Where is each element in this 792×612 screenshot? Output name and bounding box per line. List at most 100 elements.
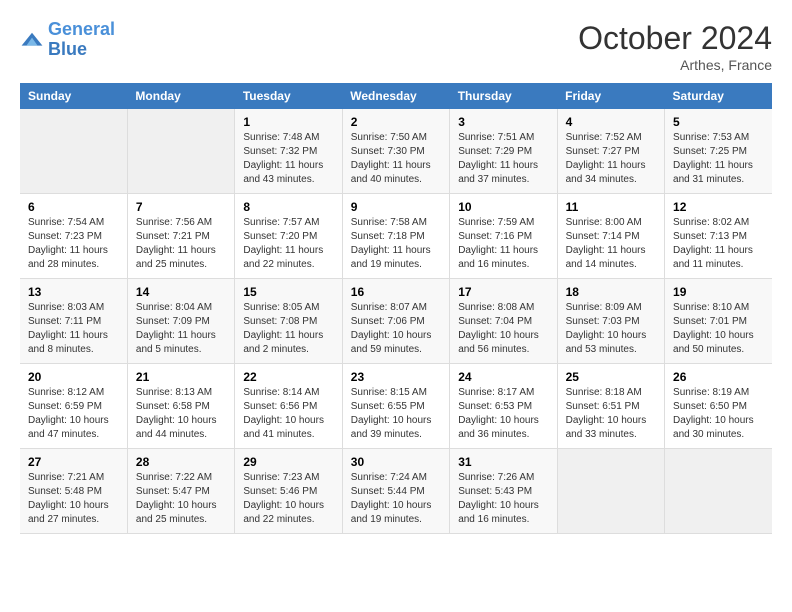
cell-w2-d6: 11 Sunrise: 8:00 AMSunset: 7:14 PMDayligh…: [557, 194, 664, 279]
cell-w1-d1: [20, 109, 127, 194]
location: Arthes, France: [578, 57, 772, 73]
daylight-text: Daylight: 11 hours and 5 minutes.: [136, 329, 226, 357]
header-wednesday: Wednesday: [342, 83, 449, 109]
month-title: October 2024: [578, 20, 772, 57]
day-info: Sunrise: 7:54 AMSunset: 7:23 PMDaylight:…: [28, 216, 119, 272]
sunset-text: Sunset: 5:43 PM: [458, 485, 548, 499]
sunset-text: Sunset: 7:04 PM: [458, 315, 548, 329]
day-info: Sunrise: 8:15 AMSunset: 6:55 PMDaylight:…: [351, 386, 441, 442]
daylight-text: Daylight: 10 hours and 16 minutes.: [458, 499, 548, 527]
daylight-text: Daylight: 10 hours and 19 minutes.: [351, 499, 441, 527]
day-number: 25: [566, 370, 656, 384]
cell-w4-d5: 24Sunrise: 8:17 AMSunset: 6:53 PMDayligh…: [450, 364, 557, 449]
day-number: 20: [28, 370, 119, 384]
daylight-text: Daylight: 11 hours and 28 minutes.: [28, 244, 119, 272]
daylight-text: Daylight: 11 hours and 43 minutes.: [243, 159, 333, 187]
sunrise-text: Sunrise: 7:21 AM: [28, 471, 119, 485]
sunset-text: Sunset: 7:09 PM: [136, 315, 226, 329]
day-info: Sunrise: 8:08 AMSunset: 7:04 PMDaylight:…: [458, 301, 548, 357]
cell-w2-d4: 9Sunrise: 7:58 AMSunset: 7:18 PMDaylight…: [342, 194, 449, 279]
day-number: 1: [243, 115, 333, 129]
day-number: 15: [243, 285, 333, 299]
sunset-text: Sunset: 6:50 PM: [673, 400, 764, 414]
daylight-text: Daylight: 10 hours and 56 minutes.: [458, 329, 548, 357]
day-number: 28: [136, 455, 226, 469]
day-info: Sunrise: 7:26 AMSunset: 5:43 PMDaylight:…: [458, 471, 548, 527]
day-info: Sunrise: 8:14 AMSunset: 6:56 PMDaylight:…: [243, 386, 333, 442]
cell-w5-d5: 31 Sunrise: 7:26 AMSunset: 5:43 PMDayligh…: [450, 449, 557, 534]
cell-w1-d6: 4Sunrise: 7:52 AMSunset: 7:27 PMDaylight…: [557, 109, 664, 194]
sunrise-text: Sunrise: 8:00 AM: [566, 216, 656, 230]
sunrise-text: Sunrise: 7:24 AM: [351, 471, 441, 485]
day-number: 29: [243, 455, 333, 469]
sunrise-text: Sunrise: 8:10 AM: [673, 301, 764, 315]
sunset-text: Sunset: 7:11 PM: [28, 315, 119, 329]
sunset-text: Sunset: 7:21 PM: [136, 230, 226, 244]
day-number: 4: [566, 115, 656, 129]
cell-w1-d2: [127, 109, 234, 194]
day-info: Sunrise: 8:04 AMSunset: 7:09 PMDaylight:…: [136, 301, 226, 357]
day-info: Sunrise: 7:51 AMSunset: 7:29 PMDaylight:…: [458, 131, 548, 187]
day-number: 7: [136, 200, 226, 214]
daylight-text: Daylight: 11 hours and 25 minutes.: [136, 244, 226, 272]
header-tuesday: Tuesday: [235, 83, 342, 109]
sunrise-text: Sunrise: 7:59 AM: [458, 216, 548, 230]
cell-w3-d2: 14 Sunrise: 8:04 AMSunset: 7:09 PMDayligh…: [127, 279, 234, 364]
day-number: 14: [136, 285, 226, 299]
day-number: 9: [351, 200, 441, 214]
daylight-text: Daylight: 11 hours and 37 minutes.: [458, 159, 548, 187]
day-number: 21: [136, 370, 226, 384]
day-info: Sunrise: 8:18 AMSunset: 6:51 PMDaylight:…: [566, 386, 656, 442]
day-number: 16: [351, 285, 441, 299]
day-number: 31: [458, 455, 548, 469]
day-info: Sunrise: 8:03 AMSunset: 7:11 PMDaylight:…: [28, 301, 119, 357]
daylight-text: Daylight: 11 hours and 34 minutes.: [566, 159, 656, 187]
day-number: 11: [566, 200, 656, 214]
day-number: 10: [458, 200, 548, 214]
day-number: 12: [673, 200, 764, 214]
day-number: 8: [243, 200, 333, 214]
page-header: General Blue October 2024 Arthes, France: [20, 20, 772, 73]
sunrise-text: Sunrise: 7:56 AM: [136, 216, 226, 230]
sunrise-text: Sunrise: 8:19 AM: [673, 386, 764, 400]
daylight-text: Daylight: 10 hours and 41 minutes.: [243, 414, 333, 442]
cell-w5-d2: 28Sunrise: 7:22 AMSunset: 5:47 PMDayligh…: [127, 449, 234, 534]
cell-w4-d3: 22Sunrise: 8:14 AMSunset: 6:56 PMDayligh…: [235, 364, 342, 449]
sunset-text: Sunset: 7:27 PM: [566, 145, 656, 159]
sunset-text: Sunset: 7:20 PM: [243, 230, 333, 244]
week-row-1: 1Sunrise: 7:48 AMSunset: 7:32 PMDaylight…: [20, 109, 772, 194]
day-info: Sunrise: 7:57 AMSunset: 7:20 PMDaylight:…: [243, 216, 333, 272]
sunset-text: Sunset: 6:58 PM: [136, 400, 226, 414]
daylight-text: Daylight: 10 hours and 53 minutes.: [566, 329, 656, 357]
cell-w2-d2: 7 Sunrise: 7:56 AMSunset: 7:21 PMDaylight…: [127, 194, 234, 279]
cell-w2-d1: 6Sunrise: 7:54 AMSunset: 7:23 PMDaylight…: [20, 194, 127, 279]
day-info: Sunrise: 8:02 AMSunset: 7:13 PMDaylight:…: [673, 216, 764, 272]
day-number: 27: [28, 455, 119, 469]
daylight-text: Daylight: 10 hours and 25 minutes.: [136, 499, 226, 527]
daylight-text: Daylight: 10 hours and 59 minutes.: [351, 329, 441, 357]
daylight-text: Daylight: 10 hours and 30 minutes.: [673, 414, 764, 442]
sunset-text: Sunset: 6:53 PM: [458, 400, 548, 414]
header-saturday: Saturday: [665, 83, 772, 109]
sunset-text: Sunset: 7:16 PM: [458, 230, 548, 244]
day-info: Sunrise: 8:17 AMSunset: 6:53 PMDaylight:…: [458, 386, 548, 442]
sunset-text: Sunset: 6:51 PM: [566, 400, 656, 414]
cell-w3-d4: 16Sunrise: 8:07 AMSunset: 7:06 PMDayligh…: [342, 279, 449, 364]
cell-w4-d1: 20Sunrise: 8:12 AMSunset: 6:59 PMDayligh…: [20, 364, 127, 449]
daylight-text: Daylight: 10 hours and 27 minutes.: [28, 499, 119, 527]
daylight-text: Daylight: 10 hours and 33 minutes.: [566, 414, 656, 442]
day-info: Sunrise: 8:00 AMSunset: 7:14 PMDaylight:…: [566, 216, 656, 272]
sunset-text: Sunset: 7:01 PM: [673, 315, 764, 329]
sunrise-text: Sunrise: 8:17 AM: [458, 386, 548, 400]
sunset-text: Sunset: 5:48 PM: [28, 485, 119, 499]
week-row-5: 27Sunrise: 7:21 AMSunset: 5:48 PMDayligh…: [20, 449, 772, 534]
day-info: Sunrise: 7:59 AMSunset: 7:16 PMDaylight:…: [458, 216, 548, 272]
day-number: 13: [28, 285, 119, 299]
cell-w3-d7: 19Sunrise: 8:10 AMSunset: 7:01 PMDayligh…: [665, 279, 772, 364]
day-info: Sunrise: 7:56 AMSunset: 7:21 PMDaylight:…: [136, 216, 226, 272]
cell-w5-d7: [665, 449, 772, 534]
sunrise-text: Sunrise: 8:14 AM: [243, 386, 333, 400]
daylight-text: Daylight: 10 hours and 44 minutes.: [136, 414, 226, 442]
day-number: 5: [673, 115, 764, 129]
sunset-text: Sunset: 5:44 PM: [351, 485, 441, 499]
